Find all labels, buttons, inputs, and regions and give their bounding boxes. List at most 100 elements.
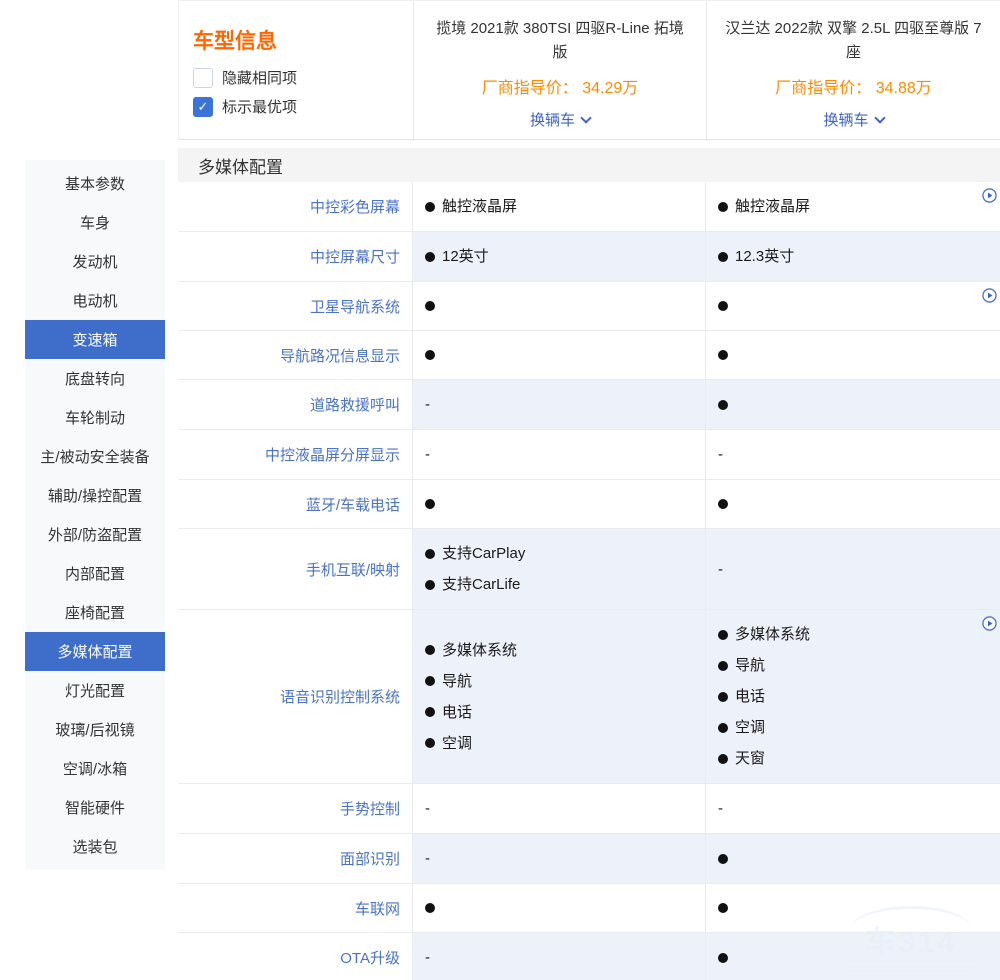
spec-value-car1: - xyxy=(412,933,705,980)
no-feature-dash: - xyxy=(718,554,994,585)
spec-value-car2 xyxy=(705,480,1000,528)
spec-label[interactable]: OTA升级 xyxy=(178,933,412,980)
sidebar-item-1[interactable]: 基本参数 xyxy=(25,164,165,203)
spec-value-car1 xyxy=(412,331,705,379)
spec-row-4: 导航路况信息显示 xyxy=(178,331,1000,380)
spec-label[interactable]: 中控液晶屏分屏显示 xyxy=(178,430,412,479)
sidebar-item-12[interactable]: 座椅配置 xyxy=(25,593,165,632)
feature-text: 电话 xyxy=(442,697,472,728)
feature-item: 多媒体系统 xyxy=(718,619,994,650)
feature-item xyxy=(718,350,994,360)
sidebar-item-10[interactable]: 外部/防盗配置 xyxy=(25,515,165,554)
no-feature-dash: - xyxy=(718,793,994,824)
car-name: 揽境 2021款 380TSI 四驱R-Line 拓境版 xyxy=(432,17,688,65)
sidebar-item-17[interactable]: 智能硬件 xyxy=(25,788,165,827)
spec-label[interactable]: 蓝牙/车载电话 xyxy=(178,480,412,528)
section-title: 多媒体配置 xyxy=(198,153,283,178)
spec-value-car1: 触控液晶屏 xyxy=(412,182,705,231)
sidebar-item-13[interactable]: 多媒体配置 xyxy=(25,632,165,671)
video-play-icon[interactable] xyxy=(982,288,997,303)
sidebar-item-3[interactable]: 发动机 xyxy=(25,242,165,281)
spec-value-car1: 多媒体系统导航电话空调 xyxy=(412,610,705,783)
car-name: 汉兰达 2022款 双擎 2.5L 四驱至尊版 7座 xyxy=(725,17,982,65)
sidebar-item-15[interactable]: 玻璃/后视镜 xyxy=(25,710,165,749)
spec-value-car1: - xyxy=(412,784,705,833)
compare-header: 车型信息 隐藏相同项✓标示最优项 揽境 2021款 380TSI 四驱R-Lin… xyxy=(178,0,1000,140)
feature-item xyxy=(425,301,699,311)
spec-value-car1 xyxy=(412,480,705,528)
spec-row-3: 卫星导航系统 xyxy=(178,282,1000,331)
sidebar-item-9[interactable]: 辅助/操控配置 xyxy=(25,476,165,515)
spec-row-10: 手势控制-- xyxy=(178,784,1000,834)
sidebar-item-14[interactable]: 灯光配置 xyxy=(25,671,165,710)
sidebar-item-11[interactable]: 内部配置 xyxy=(25,554,165,593)
bullet-icon xyxy=(425,350,435,360)
spec-value-car2: - xyxy=(705,430,1000,479)
feature-item: 空调 xyxy=(425,728,699,759)
model-info-cell: 车型信息 隐藏相同项✓标示最优项 xyxy=(179,1,413,139)
sidebar-item-2[interactable]: 车身 xyxy=(25,203,165,242)
spec-value-car1 xyxy=(412,884,705,932)
spec-label[interactable]: 导航路况信息显示 xyxy=(178,331,412,379)
feature-item xyxy=(718,854,994,864)
bullet-icon xyxy=(425,549,435,559)
chevron-down-icon xyxy=(580,112,591,123)
switch-car-button[interactable]: 换辆车 xyxy=(823,109,883,130)
feature-item: 多媒体系统 xyxy=(425,635,699,666)
spec-label[interactable]: 中控屏幕尺寸 xyxy=(178,232,412,281)
feature-item: 空调 xyxy=(718,712,994,743)
spec-label[interactable]: 面部识别 xyxy=(178,834,412,883)
spec-value-car1: - xyxy=(412,430,705,479)
spec-row-8: 手机互联/映射支持CarPlay支持CarLife- xyxy=(178,529,1000,610)
feature-text: 导航 xyxy=(442,666,472,697)
spec-label[interactable]: 语音识别控制系统 xyxy=(178,610,412,783)
spec-value-car2: - xyxy=(705,784,1000,833)
sidebar-item-18[interactable]: 选装包 xyxy=(25,827,165,866)
feature-item: 导航 xyxy=(718,650,994,681)
sidebar-item-4[interactable]: 电动机 xyxy=(25,281,165,320)
switch-car-button[interactable]: 换辆车 xyxy=(530,109,590,130)
spec-value-car2: 触控液晶屏 xyxy=(705,182,1000,231)
feature-text: 导航 xyxy=(735,650,765,681)
spec-label[interactable]: 中控彩色屏幕 xyxy=(178,182,412,231)
feature-item: 触控液晶屏 xyxy=(425,191,699,222)
spec-label[interactable]: 道路救援呼叫 xyxy=(178,380,412,429)
spec-value-car1: 12英寸 xyxy=(412,232,705,281)
sidebar-item-8[interactable]: 主/被动安全装备 xyxy=(25,437,165,476)
video-play-icon[interactable] xyxy=(982,188,997,203)
bullet-icon xyxy=(718,953,728,963)
no-feature-dash: - xyxy=(425,843,699,874)
spec-label[interactable]: 车联网 xyxy=(178,884,412,932)
spec-label[interactable]: 卫星导航系统 xyxy=(178,282,412,330)
spec-value-car2 xyxy=(705,282,1000,330)
sidebar-item-5[interactable]: 变速箱 xyxy=(25,320,165,359)
checkbox-label: 标示最优项 xyxy=(222,96,297,117)
bullet-icon xyxy=(425,202,435,212)
spec-table: 中控彩色屏幕触控液晶屏触控液晶屏中控屏幕尺寸12英寸12.3英寸卫星导航系统导航… xyxy=(178,182,1000,980)
section-header: 多媒体配置 xyxy=(178,148,1000,182)
bullet-icon xyxy=(718,301,728,311)
spec-value-car2: - xyxy=(705,529,1000,609)
spec-label[interactable]: 手机互联/映射 xyxy=(178,529,412,609)
bullet-icon xyxy=(425,676,435,686)
chevron-down-icon xyxy=(874,112,885,123)
video-play-icon[interactable] xyxy=(982,616,997,631)
sidebar-item-6[interactable]: 底盘转向 xyxy=(25,359,165,398)
checked-checkbox-icon[interactable]: ✓ xyxy=(193,97,213,117)
spec-row-11: 面部识别- xyxy=(178,834,1000,884)
spec-label[interactable]: 手势控制 xyxy=(178,784,412,833)
switch-car-label: 换辆车 xyxy=(530,109,575,130)
feature-item xyxy=(425,499,699,509)
mark-best-items-checkbox[interactable]: ✓ 标示最优项 xyxy=(193,96,413,117)
spec-value-car2 xyxy=(705,933,1000,980)
feature-item: 触控液晶屏 xyxy=(718,191,994,222)
car-price: 厂商指导价： 34.88万 xyxy=(775,74,932,98)
unchecked-checkbox-icon[interactable] xyxy=(193,68,213,88)
spec-value-car2 xyxy=(705,884,1000,932)
hide-same-items-checkbox[interactable]: 隐藏相同项 xyxy=(193,67,413,88)
sidebar-item-7[interactable]: 车轮制动 xyxy=(25,398,165,437)
sidebar-item-16[interactable]: 空调/冰箱 xyxy=(25,749,165,788)
bullet-icon xyxy=(718,400,728,410)
no-feature-dash: - xyxy=(425,942,699,973)
spec-row-5: 道路救援呼叫- xyxy=(178,380,1000,430)
